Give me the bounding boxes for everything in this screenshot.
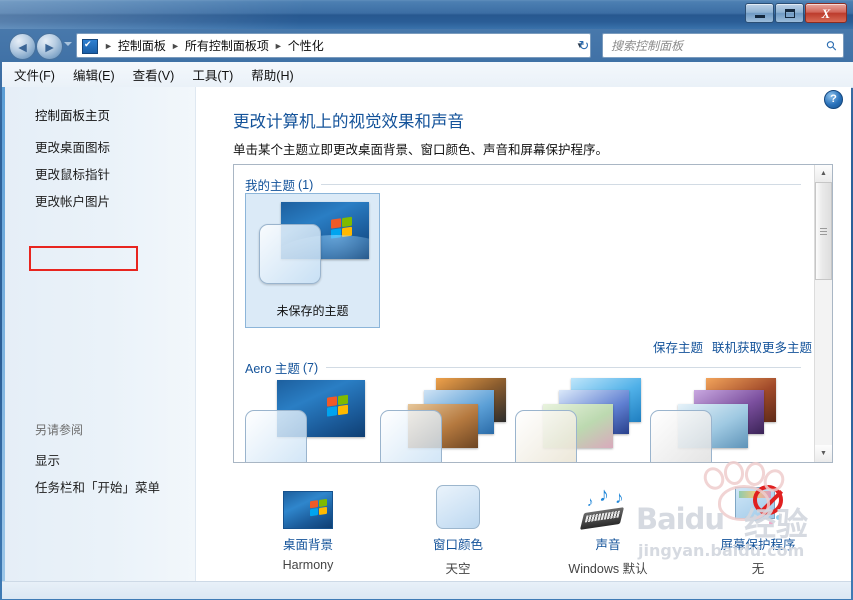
theme-list-scrollbar[interactable]: ▲ ▼	[814, 165, 832, 462]
group-count: (1)	[298, 177, 314, 192]
theme-thumbnail	[259, 200, 369, 290]
breadcrumb-item-2[interactable]: 个性化	[286, 37, 326, 54]
history-dropdown-icon[interactable]	[64, 42, 72, 46]
aero-theme-landscape[interactable]	[650, 378, 785, 462]
bottom-item-title[interactable]: 桌面背景	[238, 534, 378, 553]
bottom-item-sounds[interactable]: ♪ ♪ ♪ 声音 Windows 默认	[538, 479, 678, 577]
aero-theme-characters[interactable]	[515, 378, 650, 462]
theme-list-inner: 我的主题 (1) 未保存的主题 保存主题 联机获取更多主题 Aero 主题 (7…	[234, 165, 816, 462]
breadcrumb-sep-2: ►	[273, 40, 283, 51]
group-count: (7)	[302, 360, 319, 375]
maximize-icon	[784, 8, 795, 18]
window-color-icon	[388, 479, 528, 529]
windows-flag-icon	[331, 216, 355, 241]
group-rule	[321, 184, 801, 185]
maximize-button[interactable]	[775, 3, 804, 23]
search-input[interactable]	[609, 37, 828, 54]
aero-theme-architecture[interactable]	[380, 378, 515, 462]
bottom-item-value: 天空	[445, 562, 471, 576]
close-button[interactable]: X	[805, 3, 847, 23]
bottom-item-title[interactable]: 窗口颜色	[388, 534, 528, 553]
theme-tile-unsaved[interactable]: 未保存的主题	[245, 193, 380, 328]
screensaver-icon	[688, 479, 828, 529]
menu-view[interactable]: 查看(V)	[133, 65, 175, 84]
windows-flag-icon	[310, 498, 328, 518]
page-subtitle: 单击某个主题立即更改桌面背景、窗口颜色、声音和屏幕保护程序。	[233, 143, 609, 157]
page-title: 更改计算机上的视觉效果和声音	[233, 113, 464, 131]
back-button[interactable]: ◄	[9, 33, 36, 60]
back-icon: ◄	[15, 38, 30, 55]
client-area: 控制面板主页 更改桌面图标 更改鼠标指针 更改帐户图片 另请参阅 显示 任务栏和…	[2, 87, 851, 581]
control-panel-icon: ✔	[82, 38, 98, 54]
menu-file[interactable]: 文件(F)	[14, 65, 55, 84]
group-label: Aero 主题	[245, 362, 300, 376]
chevron-down-icon: ▼	[820, 450, 827, 457]
sidebar-item-control-panel-home[interactable]: 控制面板主页	[35, 105, 110, 124]
breadcrumb-sep-0: ►	[104, 40, 113, 51]
scroll-down-button[interactable]: ▼	[815, 445, 832, 462]
chevron-up-icon: ▲	[820, 170, 827, 177]
sidebar: 控制面板主页 更改桌面图标 更改鼠标指针 更改帐户图片 另请参阅 显示 任务栏和…	[2, 87, 196, 581]
aero-theme-windows7[interactable]	[245, 378, 380, 462]
main-content: ? 更改计算机上的视觉效果和声音 单击某个主题立即更改桌面背景、窗口颜色、声音和…	[196, 87, 851, 581]
bottom-item-value: Harmony	[282, 558, 334, 572]
scrollbar-grip-icon	[820, 227, 827, 235]
menu-help[interactable]: 帮助(H)	[251, 65, 293, 84]
sidebar-item-taskbar-start-menu[interactable]: 任务栏和「开始」菜单	[35, 477, 160, 496]
menu-bar: 文件(F) 编辑(E) 查看(V) 工具(T) 帮助(H)	[2, 62, 853, 88]
bottom-item-screen-saver[interactable]: 屏幕保护程序 无	[688, 479, 828, 577]
group-label: 我的主题	[245, 179, 296, 193]
search-box[interactable]: ⚲	[602, 33, 844, 58]
bottom-item-desktop-background[interactable]: 桌面背景 Harmony	[238, 479, 378, 572]
sidebar-item-change-desktop-icons[interactable]: 更改桌面图标	[35, 137, 110, 156]
personalization-window: X ◄ ► ✔ ► 控制面板 ► 所有控制面板项 ► 个性化 ▼ ↻ ⚲ 文件(…	[0, 0, 853, 600]
group-header-my-themes: 我的主题 (1)	[245, 175, 801, 194]
breadcrumb-item-1[interactable]: 所有控制面板项	[183, 37, 271, 54]
menu-tools[interactable]: 工具(T)	[192, 65, 233, 84]
sidebar-item-change-mouse-pointers[interactable]: 更改鼠标指针	[35, 164, 110, 183]
refresh-button[interactable]: ↻	[573, 34, 595, 57]
scroll-up-button[interactable]: ▲	[815, 165, 832, 182]
theme-listbox[interactable]: 我的主题 (1) 未保存的主题 保存主题 联机获取更多主题 Aero 主题 (7…	[233, 164, 833, 463]
window-controls: X	[745, 3, 847, 23]
save-theme-link[interactable]: 保存主题	[653, 337, 703, 356]
see-also-title: 另请参阅	[35, 423, 84, 437]
address-bar[interactable]: ✔ ► 控制面板 ► 所有控制面板项 ► 个性化 ▼	[76, 33, 591, 58]
minimize-icon	[754, 14, 765, 18]
wallpaper-icon	[238, 479, 378, 529]
sidebar-item-display[interactable]: 显示	[35, 450, 60, 469]
refresh-icon: ↻	[578, 37, 590, 53]
bottom-item-title[interactable]: 声音	[538, 534, 678, 553]
sound-icon: ♪ ♪ ♪	[538, 479, 678, 530]
windows-flag-icon	[327, 394, 351, 419]
glass-window-preview	[380, 410, 442, 462]
glass-window-preview	[650, 410, 712, 462]
theme-name: 未保存的主题	[276, 304, 349, 318]
forward-button[interactable]: ►	[36, 33, 63, 60]
navigation-bar: ◄ ► ✔ ► 控制面板 ► 所有控制面板项 ► 个性化 ▼ ↻ ⚲	[0, 29, 853, 62]
breadcrumb-item-0[interactable]: 控制面板	[116, 37, 168, 54]
sidebar-item-change-account-picture[interactable]: 更改帐户图片	[35, 191, 110, 210]
glass-window-preview	[245, 410, 307, 462]
highlight-annotation-box	[29, 246, 138, 271]
sidebar-edge	[2, 87, 5, 581]
bottom-item-window-color[interactable]: 窗口颜色 天空	[388, 479, 528, 577]
close-icon: X	[821, 5, 831, 21]
glass-window-preview	[259, 224, 321, 284]
title-bar: X	[0, 0, 853, 29]
get-more-themes-online-link[interactable]: 联机获取更多主题	[712, 337, 812, 356]
bottom-item-value: 无	[751, 562, 765, 576]
minimize-button[interactable]	[745, 3, 774, 23]
group-header-aero-themes: Aero 主题 (7)	[245, 358, 801, 377]
bottom-item-value: Windows 默认	[568, 562, 648, 576]
glass-window-preview	[515, 410, 577, 462]
forward-icon: ►	[42, 38, 57, 55]
breadcrumb-sep-1: ►	[170, 40, 180, 51]
status-bar	[2, 581, 851, 599]
scrollbar-thumb[interactable]	[815, 182, 832, 280]
group-rule	[326, 367, 801, 368]
menu-edit[interactable]: 编辑(E)	[73, 65, 115, 84]
bottom-item-title[interactable]: 屏幕保护程序	[688, 534, 828, 553]
help-icon[interactable]: ?	[824, 90, 843, 109]
